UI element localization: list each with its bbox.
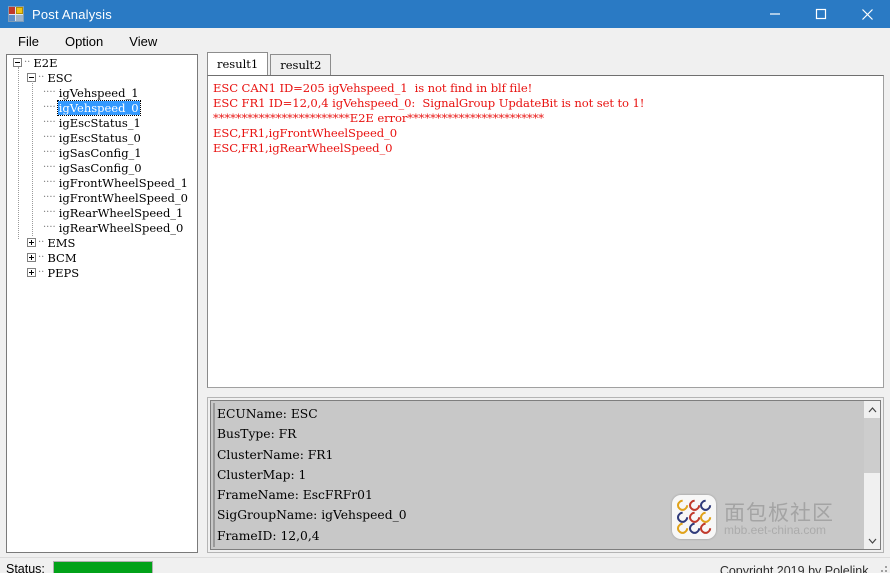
tree-node-label: igFrontWheelSpeed_0 <box>58 190 188 205</box>
scrollbar-track[interactable] <box>864 418 880 533</box>
tree-connector-icon: ···· <box>43 207 56 218</box>
result-line: ESC,FR1,igFrontWheelSpeed_0 <box>213 126 398 140</box>
application-window: Post Analysis File Option View ·· E2E ·· ES… <box>0 0 890 573</box>
tree-connector-icon: ···· <box>43 192 56 203</box>
menu-item-view[interactable]: View <box>119 31 167 52</box>
tab-result2[interactable]: result2 <box>270 54 332 75</box>
tree-connector-icon: ·· <box>38 237 45 248</box>
detail-line: FrameName: EscFRFr01 <box>217 488 373 503</box>
tree-node-igescstatus_1[interactable]: ···· igEscStatus_1 <box>7 115 197 130</box>
window-title: Post Analysis <box>32 6 112 22</box>
tree-connector-icon: ···· <box>43 162 56 173</box>
status-progress-fill <box>53 562 152 573</box>
tree-connector-icon: ·· <box>38 72 45 83</box>
close-button[interactable] <box>844 0 890 28</box>
tree-node-peps[interactable]: ·· PEPS <box>7 265 197 280</box>
tree-node-igrearwheelspeed_0[interactable]: ···· igRearWheelSpeed_0 <box>7 220 197 235</box>
detail-vertical-scrollbar[interactable] <box>864 400 881 551</box>
detail-line: ECUName: ESC <box>217 407 318 421</box>
result-text-area[interactable]: ESC CAN1 ID=205 igVehspeed_1 is not find… <box>207 75 884 388</box>
tree-node-igvehspeed_1[interactable]: ···· igVehspeed_1 <box>7 85 197 100</box>
main-body: ·· E2E ·· ESC ···· igVehspeed_1 ···· igVehspeed… <box>0 52 890 557</box>
status-bar: Status: Copyright 2019 by Polelink. <box>0 557 890 573</box>
status-label: Status: <box>6 561 45 573</box>
minimize-button[interactable] <box>752 0 798 28</box>
tree-node-label: igSasConfig_1 <box>58 145 142 160</box>
tree-node-label: igEscStatus_1 <box>58 115 141 130</box>
result-line: ESC,FR1,igRearWheelSpeed_0 <box>213 141 393 155</box>
detail-line: BusType: FR <box>217 427 297 442</box>
copyright-text: Copyright 2019 by Polelink. <box>719 564 872 573</box>
expand-icon[interactable] <box>27 268 36 277</box>
tree-node-igvehspeed_0[interactable]: ···· igVehspeed_0 <box>7 99 197 116</box>
tree-node-label: igEscStatus_0 <box>58 130 141 145</box>
result-line: ESC CAN1 ID=205 igVehspeed_1 is not find… <box>213 81 533 95</box>
detail-text-area[interactable]: ECUName: ESC BusType: FR ClusterName: FR… <box>210 400 864 551</box>
title-bar: Post Analysis <box>0 0 890 28</box>
tree-node-igrearwheelspeed_1[interactable]: ···· igRearWheelSpeed_1 <box>7 205 197 220</box>
tree-connector-icon: ···· <box>43 102 56 113</box>
tree-connector-icon: ·· <box>38 252 45 263</box>
status-progress-bar <box>52 561 153 573</box>
tree-node-igfrontwheelspeed_0[interactable]: ···· igFrontWheelSpeed_0 <box>7 190 197 205</box>
tree-node-igescstatus_0[interactable]: ···· igEscStatus_0 <box>7 130 197 145</box>
tree-connector-icon: ···· <box>43 132 56 143</box>
tree-connector-icon: ···· <box>43 177 56 188</box>
menu-item-option[interactable]: Option <box>55 31 113 52</box>
tree-node-igsasconfig_1[interactable]: ···· igSasConfig_1 <box>7 145 197 160</box>
detail-line: ClusterName: FR1 <box>217 447 334 462</box>
right-column: result1 result2 ESC CAN1 ID=205 igVehspe… <box>207 52 884 557</box>
tree-node-label: igVehspeed_1 <box>58 85 139 100</box>
detail-line: SigGroupName: igVehspeed_0 <box>217 508 407 523</box>
scroll-down-arrow-icon[interactable] <box>864 532 880 550</box>
result-tab-strip: result1 result2 <box>207 52 884 75</box>
expand-icon[interactable] <box>27 238 36 247</box>
tree-node-list: ·· E2E ·· ESC ···· igVehspeed_1 ···· igVehspeed… <box>7 55 197 280</box>
detail-panel: ECUName: ESC BusType: FR ClusterName: FR… <box>207 397 884 554</box>
scroll-up-arrow-icon[interactable] <box>864 401 880 418</box>
tree-node-label: igSasConfig_0 <box>58 160 142 175</box>
tree-node-label: igRearWheelSpeed_0 <box>58 220 184 235</box>
result-line: ESC FR1 ID=12,0,4 igVehspeed_0: SignalGr… <box>213 96 645 110</box>
tree-node-igsasconfig_0[interactable]: ···· igSasConfig_0 <box>7 160 197 175</box>
tree-connector-icon: ·· <box>38 267 45 278</box>
app-icon <box>8 6 24 22</box>
tree-connector-icon: ·· <box>24 57 31 68</box>
tree-node-ems[interactable]: ·· EMS <box>7 235 197 250</box>
expand-icon[interactable] <box>27 253 36 262</box>
tree-connector-icon: ···· <box>43 222 56 233</box>
menu-bar: File Option View <box>0 28 890 54</box>
tree-node-label: EMS <box>47 235 76 250</box>
tree-node-igfrontwheelspeed_1[interactable]: ···· igFrontWheelSpeed_1 <box>7 175 197 190</box>
resize-grip-icon[interactable] <box>877 566 887 573</box>
tree-connector-icon: ···· <box>43 117 56 128</box>
tree-connector-line <box>32 81 33 236</box>
tree-node-label: igVehspeed_0 <box>56 99 141 116</box>
menu-item-file[interactable]: File <box>8 31 49 52</box>
tree-node-e2e[interactable]: ·· E2E <box>7 55 197 70</box>
collapse-icon[interactable] <box>13 58 22 67</box>
tree-node-label: E2E <box>33 55 58 70</box>
detail-line: FrameID: 12,0,4 <box>217 528 320 543</box>
scrollbar-thumb[interactable] <box>864 418 880 473</box>
tree-connector-icon: ···· <box>43 87 56 98</box>
tree-connector-line <box>18 67 19 239</box>
detail-line: ClusterMap: 1 <box>217 467 307 482</box>
result-line: ************************E2E error*******… <box>213 111 545 125</box>
tree-node-label: igRearWheelSpeed_1 <box>58 205 184 220</box>
tree-node-label: BCM <box>47 250 77 265</box>
tree-node-label: igFrontWheelSpeed_1 <box>58 175 188 190</box>
maximize-button[interactable] <box>798 0 844 28</box>
tree-connector-icon: ···· <box>43 147 56 158</box>
tree-node-esc[interactable]: ·· ESC <box>7 70 197 85</box>
tab-result1[interactable]: result1 <box>207 52 269 75</box>
tree-node-bcm[interactable]: ·· BCM <box>7 250 197 265</box>
signal-tree-panel[interactable]: ·· E2E ·· ESC ···· igVehspeed_1 ···· igVehspeed… <box>6 54 198 554</box>
tree-node-label: PEPS <box>47 265 80 280</box>
tree-node-label: ESC <box>47 70 73 85</box>
